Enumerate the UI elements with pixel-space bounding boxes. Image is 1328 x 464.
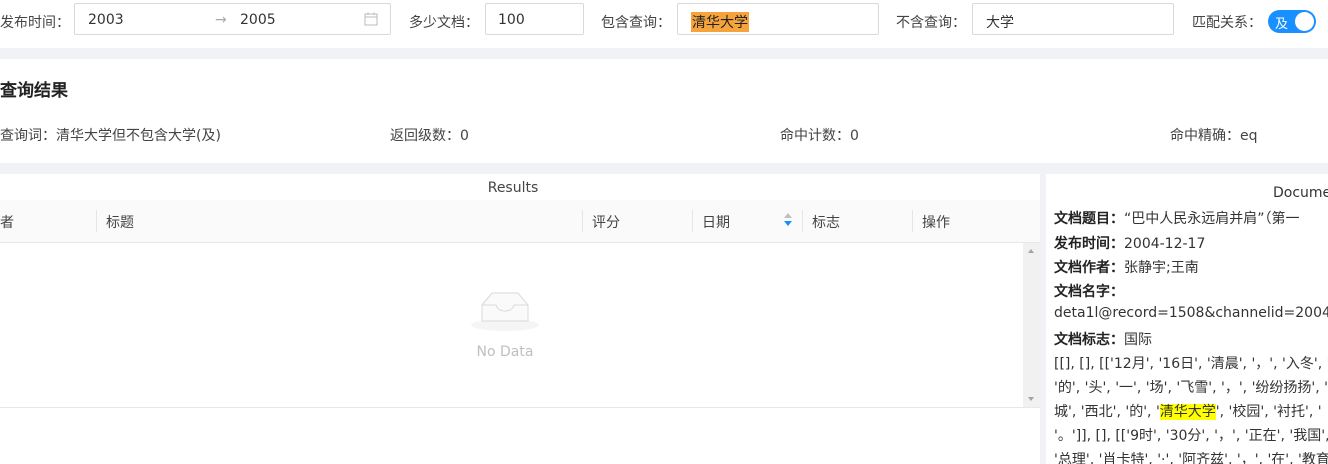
date-range-arrow: → — [215, 12, 227, 28]
query-summary-panel: 查询结果 查询词：清华大学但不包含大学(及) 返回级数：0 命中计数：0 命中精… — [0, 59, 1328, 163]
table-header: 作者 标题 评分 日期 标志 操作 — [0, 200, 1040, 243]
doc-date-row: 发布时间：2004-12-17 — [1054, 233, 1205, 253]
doc-author-row: 文档作者：张静宇;王南 — [1054, 257, 1199, 277]
include-query-value: 清华大学 — [691, 12, 749, 32]
column-title[interactable]: 标题 — [106, 212, 134, 232]
doc-author-label: 文档作者： — [1054, 260, 1124, 276]
column-divider — [96, 210, 97, 232]
scroll-down-arrow-icon[interactable] — [1028, 397, 1034, 401]
document-detail-panel: Docume 文档题目：“巴中人民永远肩并肩”（第一 发布时间：2004-12-… — [1046, 174, 1328, 464]
doc-flag-label: 文档标志： — [1054, 332, 1124, 348]
results-caption: Results — [487, 180, 539, 196]
content-text: 城', '西北', '的', ' — [1054, 404, 1160, 420]
query-text: 查询词：清华大学但不包含大学(及) — [0, 128, 221, 144]
column-flag[interactable]: 标志 — [812, 212, 840, 232]
exclude-query-value: 大学 — [986, 15, 1014, 31]
sort-icon[interactable] — [784, 213, 794, 229]
doc-title-value: “巴中人民永远肩并肩”（第一 — [1124, 211, 1300, 227]
table-scrollbar[interactable] — [1023, 243, 1040, 407]
doc-flag-row: 文档标志：国际 — [1054, 329, 1152, 349]
column-author[interactable]: 作者 — [0, 212, 14, 232]
column-date[interactable]: 日期 — [702, 212, 730, 232]
document-caption: Docume — [1273, 185, 1328, 201]
column-divider — [912, 210, 913, 232]
calendar-icon[interactable] — [364, 12, 378, 26]
doc-author-value: 张静宇;王南 — [1124, 260, 1199, 276]
doc-content-line: '总理', '肖卡特', '·', '阿齐兹', '，', '在', '教育 — [1054, 452, 1328, 464]
date-range-label: 发布时间： — [0, 15, 70, 31]
date-end-value[interactable]: 2005 — [240, 12, 276, 28]
doc-count-label: 多少文档： — [409, 15, 479, 31]
date-start-value[interactable]: 2003 — [88, 12, 124, 28]
scroll-up-arrow-icon[interactable] — [1028, 249, 1034, 253]
toggle-knob — [1295, 12, 1314, 31]
doc-date-value: 2004-12-17 — [1124, 236, 1206, 252]
doc-name-row: 文档名字： — [1054, 281, 1124, 301]
empty-state-text: No Data — [476, 344, 534, 360]
hit-precision: 命中精确：eq — [1170, 128, 1258, 144]
summary-title: 查询结果 — [0, 81, 68, 101]
column-actions: 操作 — [922, 215, 950, 231]
doc-content-line: '的', '头', '一', '场', '飞雪', '，', '纷纷扬扬', ' — [1054, 380, 1328, 396]
doc-date-label: 发布时间： — [1054, 236, 1124, 252]
results-panel: Results 作者 标题 评分 日期 标志 操作 No Data — [0, 174, 1040, 464]
doc-content-line: [[], [], [['12月', '16日', '清晨', '，', '入冬'… — [1054, 356, 1328, 372]
doc-name-value: deta1l@record=1508&channelid=20041 — [1054, 305, 1328, 321]
doc-title-row: 文档题目：“巴中人民永远肩并肩”（第一 — [1054, 208, 1300, 228]
table-body: No Data — [0, 243, 1040, 408]
match-relation-label: 匹配关系： — [1192, 15, 1262, 31]
column-divider — [802, 210, 803, 232]
doc-content-line: '。']], [], [['9时', '30分', '，', '正在', '我国… — [1054, 428, 1328, 444]
exclude-query-input[interactable]: 大学 — [972, 3, 1174, 35]
doc-name-label: 文档名字： — [1054, 284, 1124, 300]
exclude-query-label: 不含查询： — [896, 15, 966, 31]
empty-inbox-icon — [471, 292, 539, 331]
doc-content-line: 城', '西北', '的', '清华大学', '校园', '衬托', ' — [1054, 401, 1322, 421]
include-query-input[interactable]: 清华大学 — [677, 3, 879, 35]
filter-bar: 发布时间： 2003 → 2005 多少文档： 100 包含查询： 清华大学 不… — [0, 0, 1328, 48]
include-query-label: 包含查询： — [601, 15, 671, 31]
doc-count-input[interactable]: 100 — [485, 3, 584, 35]
hit-count: 命中计数：0 — [780, 128, 859, 144]
doc-title-label: 文档题目： — [1054, 211, 1124, 227]
highlighted-keyword: 清华大学 — [1159, 404, 1216, 420]
column-score[interactable]: 评分 — [592, 212, 620, 232]
return-level: 返回级数：0 — [390, 128, 469, 144]
doc-flag-value: 国际 — [1124, 332, 1152, 348]
date-range-picker[interactable]: 2003 → 2005 — [74, 3, 391, 35]
doc-count-value: 100 — [498, 12, 525, 28]
column-divider — [582, 210, 583, 232]
match-relation-toggle[interactable]: 及 — [1268, 10, 1316, 33]
column-divider — [692, 210, 693, 232]
match-relation-value: 及 — [1275, 17, 1289, 32]
content-text: ', '校园', '衬托', ' — [1215, 404, 1322, 420]
